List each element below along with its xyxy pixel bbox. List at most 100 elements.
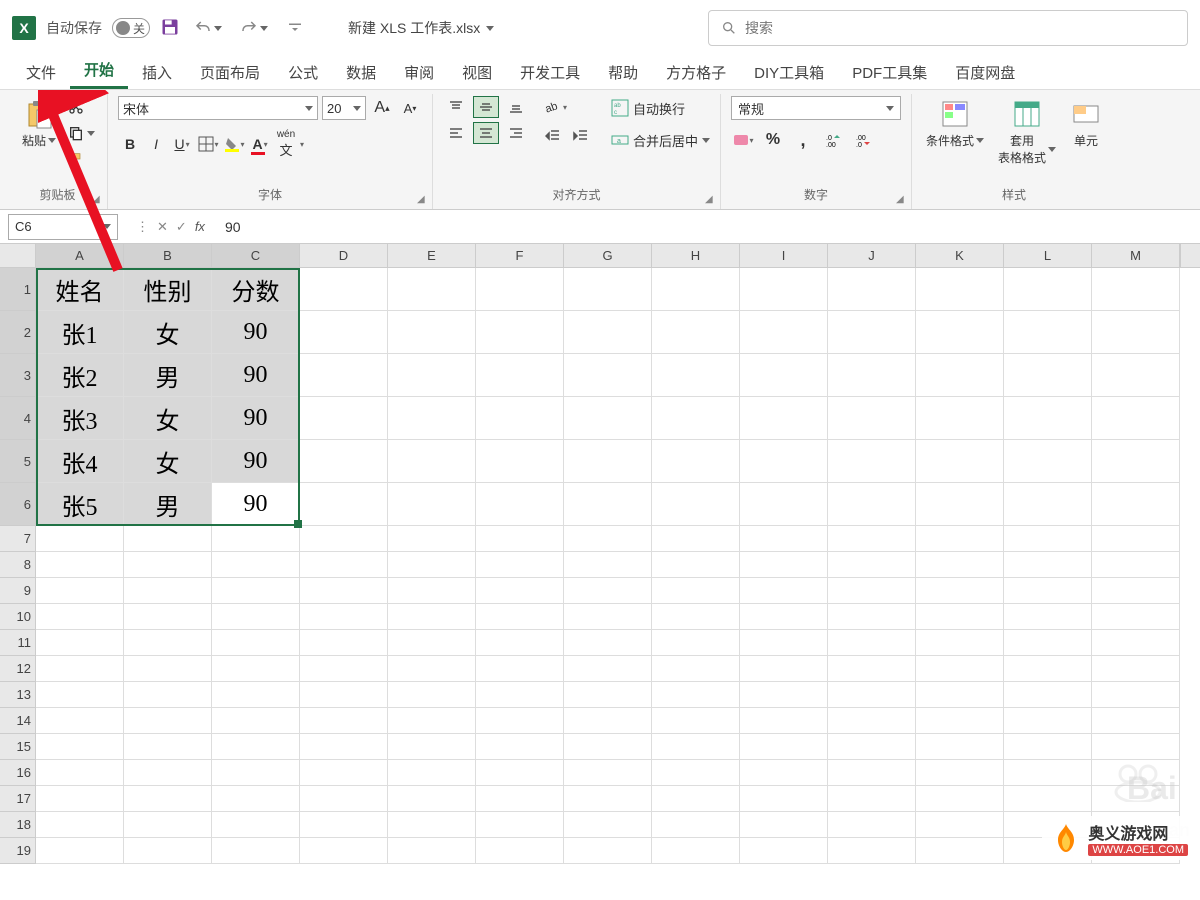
cell-A2[interactable]: 张1 — [36, 311, 124, 354]
format-painter-button[interactable] — [66, 148, 97, 170]
cell-H6[interactable] — [652, 483, 740, 526]
cell-I15[interactable] — [740, 734, 828, 760]
ribbon-tab-8[interactable]: 开发工具 — [506, 56, 594, 89]
cell-I4[interactable] — [740, 397, 828, 440]
cell-M8[interactable] — [1092, 552, 1180, 578]
cell-K3[interactable] — [916, 354, 1004, 397]
cell-J2[interactable] — [828, 311, 916, 354]
row-header-7[interactable]: 7 — [0, 526, 36, 552]
cell-F8[interactable] — [476, 552, 564, 578]
formula-more-icon[interactable]: ⋮ — [136, 219, 149, 235]
cell-D3[interactable] — [300, 354, 388, 397]
cell-C13[interactable] — [212, 682, 300, 708]
cell-L4[interactable] — [1004, 397, 1092, 440]
bold-button[interactable]: B — [118, 132, 142, 156]
row-header-18[interactable]: 18 — [0, 812, 36, 838]
cell-L13[interactable] — [1004, 682, 1092, 708]
cell-M14[interactable] — [1092, 708, 1180, 734]
row-header-2[interactable]: 2 — [0, 311, 36, 354]
cell-M4[interactable] — [1092, 397, 1180, 440]
cell-C4[interactable]: 90 — [212, 397, 300, 440]
name-box[interactable]: C6 — [8, 214, 118, 240]
cell-H4[interactable] — [652, 397, 740, 440]
decrease-indent-button[interactable] — [541, 124, 565, 148]
cell-I8[interactable] — [740, 552, 828, 578]
cell-C14[interactable] — [212, 708, 300, 734]
cell-L19[interactable] — [1004, 838, 1092, 864]
cell-K11[interactable] — [916, 630, 1004, 656]
cell-K1[interactable] — [916, 268, 1004, 311]
cell-F1[interactable] — [476, 268, 564, 311]
cell-E3[interactable] — [388, 354, 476, 397]
cell-L6[interactable] — [1004, 483, 1092, 526]
cell-A7[interactable] — [36, 526, 124, 552]
cell-H19[interactable] — [652, 838, 740, 864]
cell-K4[interactable] — [916, 397, 1004, 440]
ribbon-tab-5[interactable]: 数据 — [332, 56, 390, 89]
cell-J8[interactable] — [828, 552, 916, 578]
cell-C19[interactable] — [212, 838, 300, 864]
search-input[interactable] — [745, 20, 1175, 36]
cell-E17[interactable] — [388, 786, 476, 812]
cell-G1[interactable] — [564, 268, 652, 311]
cell-A13[interactable] — [36, 682, 124, 708]
col-header-I[interactable]: I — [740, 244, 828, 267]
cell-B7[interactable] — [124, 526, 212, 552]
ribbon-tab-9[interactable]: 帮助 — [594, 56, 652, 89]
cell-J19[interactable] — [828, 838, 916, 864]
row-header-11[interactable]: 11 — [0, 630, 36, 656]
cell-D19[interactable] — [300, 838, 388, 864]
search-box[interactable] — [708, 10, 1188, 46]
cell-M15[interactable] — [1092, 734, 1180, 760]
cell-K15[interactable] — [916, 734, 1004, 760]
cell-B6[interactable]: 男 — [124, 483, 212, 526]
cell-M19[interactable] — [1092, 838, 1180, 864]
cell-E12[interactable] — [388, 656, 476, 682]
cell-G18[interactable] — [564, 812, 652, 838]
underline-button[interactable]: U▾ — [170, 132, 194, 156]
cell-G11[interactable] — [564, 630, 652, 656]
row-header-16[interactable]: 16 — [0, 760, 36, 786]
ribbon-tab-6[interactable]: 审阅 — [390, 56, 448, 89]
pinyin-button[interactable]: wén文▾ — [274, 132, 298, 156]
cell-L15[interactable] — [1004, 734, 1092, 760]
increase-font-button[interactable]: A▴ — [370, 96, 394, 120]
cell-J3[interactable] — [828, 354, 916, 397]
cell-H17[interactable] — [652, 786, 740, 812]
cell-D7[interactable] — [300, 526, 388, 552]
cell-A10[interactable] — [36, 604, 124, 630]
cell-M6[interactable] — [1092, 483, 1180, 526]
cell-H15[interactable] — [652, 734, 740, 760]
cell-I10[interactable] — [740, 604, 828, 630]
ribbon-tab-13[interactable]: 百度网盘 — [941, 56, 1029, 89]
cell-A1[interactable]: 姓名 — [36, 268, 124, 311]
cell-F13[interactable] — [476, 682, 564, 708]
cell-B3[interactable]: 男 — [124, 354, 212, 397]
cell-A11[interactable] — [36, 630, 124, 656]
cell-E10[interactable] — [388, 604, 476, 630]
cell-F15[interactable] — [476, 734, 564, 760]
cell-I19[interactable] — [740, 838, 828, 864]
cell-B11[interactable] — [124, 630, 212, 656]
cell-M9[interactable] — [1092, 578, 1180, 604]
cell-B13[interactable] — [124, 682, 212, 708]
cell-E11[interactable] — [388, 630, 476, 656]
number-launcher[interactable]: ◢ — [896, 194, 908, 206]
decrease-decimal-button[interactable]: .00.0 — [851, 128, 875, 152]
cell-I12[interactable] — [740, 656, 828, 682]
cell-K18[interactable] — [916, 812, 1004, 838]
cell-J10[interactable] — [828, 604, 916, 630]
cell-G17[interactable] — [564, 786, 652, 812]
cell-M2[interactable] — [1092, 311, 1180, 354]
cell-L5[interactable] — [1004, 440, 1092, 483]
cell-D15[interactable] — [300, 734, 388, 760]
cell-E2[interactable] — [388, 311, 476, 354]
cell-G6[interactable] — [564, 483, 652, 526]
cell-J5[interactable] — [828, 440, 916, 483]
cell-C1[interactable]: 分数 — [212, 268, 300, 311]
cell-E19[interactable] — [388, 838, 476, 864]
cell-G7[interactable] — [564, 526, 652, 552]
cell-L9[interactable] — [1004, 578, 1092, 604]
cell-K8[interactable] — [916, 552, 1004, 578]
decrease-font-button[interactable]: A▾ — [398, 96, 422, 120]
